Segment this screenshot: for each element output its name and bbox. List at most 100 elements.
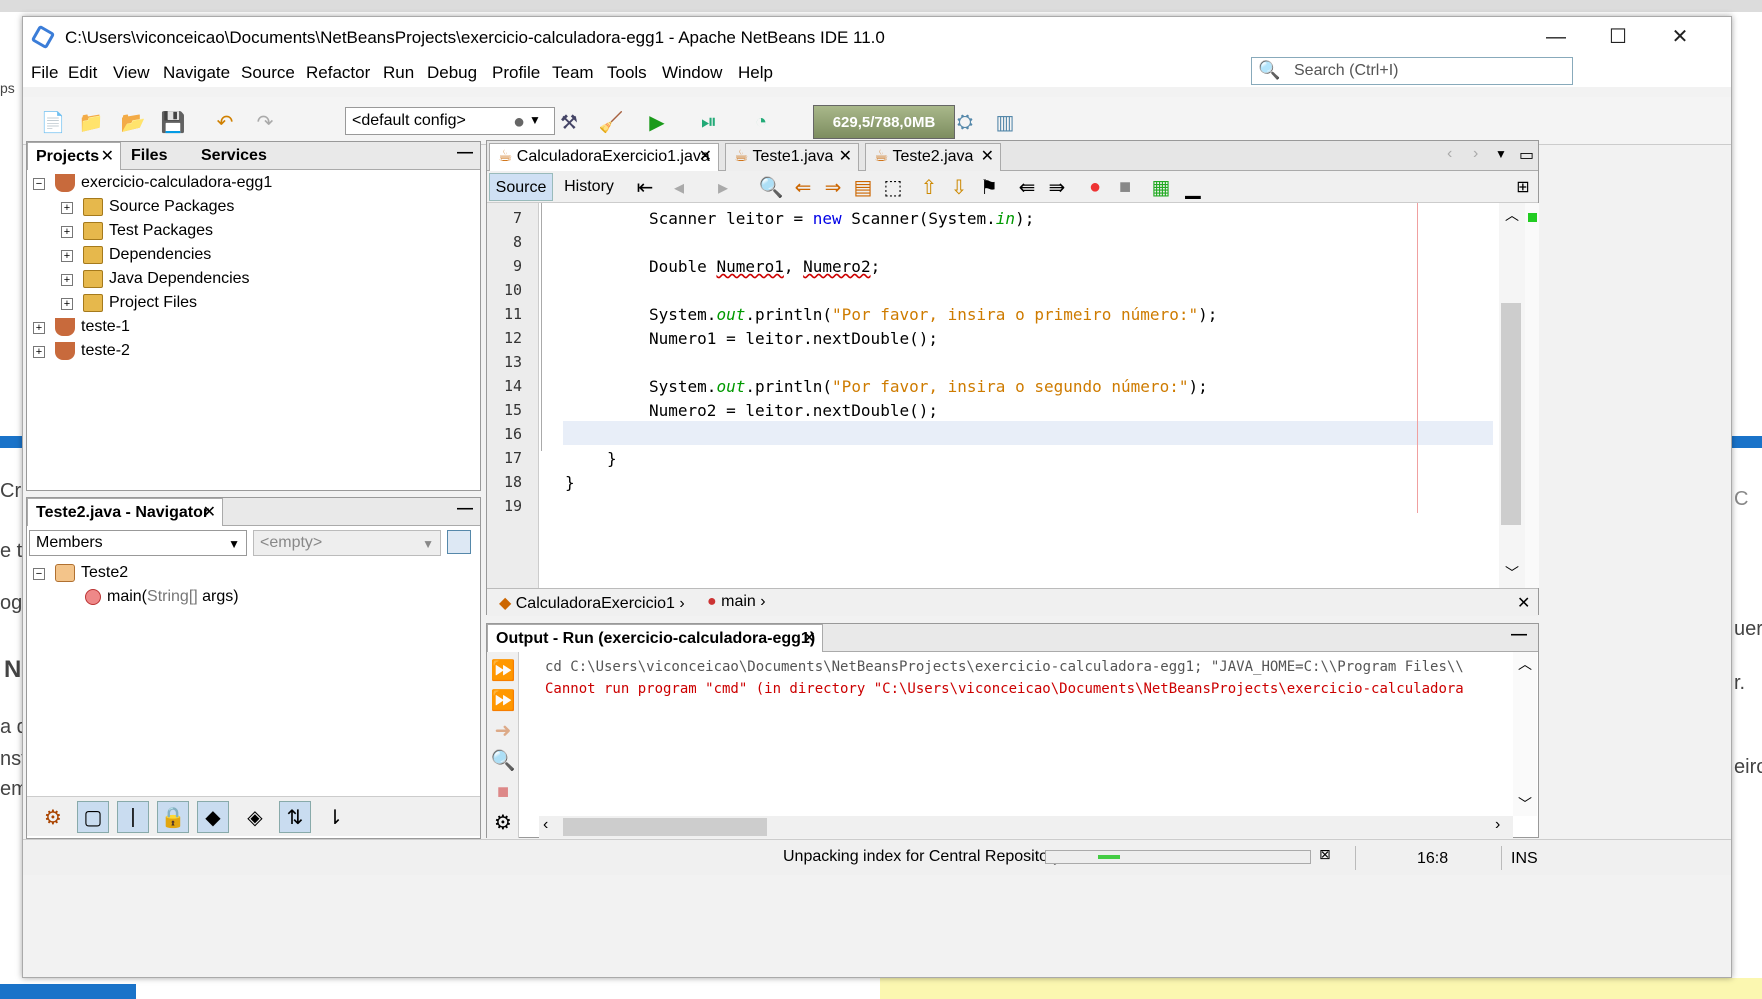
rerun-icon[interactable]: ⏩: [487, 654, 519, 686]
close-icon[interactable]: ✕: [203, 499, 216, 527]
next-bookmark-icon[interactable]: ⇩: [943, 171, 975, 203]
title-bar[interactable]: C:\Users\viconceicao\Documents\NetBeansP…: [23, 17, 1731, 57]
new-file-icon[interactable]: 📄: [37, 106, 69, 138]
minimize-button[interactable]: —: [1525, 17, 1587, 57]
breadcrumb-class[interactable]: ◆ CalculadoraExercicio1 ›: [499, 593, 685, 613]
maximize-editor-icon[interactable]: ▭: [1519, 145, 1534, 165]
cancel-progress-icon[interactable]: ⊠: [1319, 846, 1331, 863]
tab-teste1[interactable]: ☕ Teste1.java ✕: [725, 143, 859, 171]
run-icon[interactable]: ▶: [641, 106, 673, 138]
show-non-public-icon[interactable]: 🔒: [157, 801, 189, 833]
scroll-down-icon[interactable]: ﹀: [1518, 794, 1532, 814]
split-editor-icon[interactable]: ⊞: [1507, 171, 1539, 203]
menu-help[interactable]: Help: [738, 63, 773, 83]
menu-source[interactable]: Source: [241, 63, 295, 83]
debug-icon[interactable]: ⏯: [693, 106, 725, 138]
tree-project-teste1[interactable]: teste-1: [55, 316, 130, 338]
stop-icon[interactable]: ■: [487, 776, 519, 808]
toggle-rect-selection-icon[interactable]: ⬚: [877, 171, 909, 203]
shift-right-icon[interactable]: ⇛: [1041, 171, 1073, 203]
tree-project-teste2[interactable]: teste-2: [55, 340, 130, 362]
minimize-panel-icon[interactable]: —: [457, 500, 473, 518]
redo-icon[interactable]: ↷: [249, 106, 281, 138]
maximize-button[interactable]: ☐: [1587, 17, 1649, 57]
find-next-icon[interactable]: ⇒: [817, 171, 849, 203]
nav-method-main[interactable]: main(String[] args): [85, 586, 239, 608]
tab-navigator[interactable]: Teste2.java - Navigator ✕: [27, 498, 223, 526]
snapshot-icon[interactable]: ▥: [989, 106, 1021, 138]
editor-scrollbar[interactable]: ︿ ﹀: [1499, 203, 1525, 588]
show-opened-documents-icon[interactable]: ▼: [1495, 147, 1507, 161]
members-select[interactable]: Members ▼: [29, 530, 247, 556]
show-fields-icon[interactable]: ▢: [77, 801, 109, 833]
menu-tools[interactable]: Tools: [607, 63, 647, 83]
expand-icon[interactable]: +: [61, 202, 73, 214]
sort-by-name-icon[interactable]: ⇅: [279, 801, 311, 833]
close-icon[interactable]: ✕: [101, 143, 114, 171]
last-edit-icon[interactable]: ⇤: [629, 171, 661, 203]
open-project-icon[interactable]: 📂: [117, 106, 149, 138]
sort-by-source-icon[interactable]: ⇂: [319, 801, 351, 833]
menu-profile[interactable]: Profile: [492, 63, 540, 83]
scroll-up-icon[interactable]: ︿: [1518, 654, 1532, 674]
expand-icon[interactable]: +: [61, 298, 73, 310]
collapse-icon[interactable]: −: [33, 568, 45, 580]
close-button[interactable]: ✕: [1649, 17, 1711, 57]
toggle-highlight-icon[interactable]: ▤: [847, 171, 879, 203]
memory-indicator[interactable]: 629,5/788,0MB: [813, 105, 955, 139]
toggle-bookmark-icon[interactable]: ⚑: [973, 171, 1005, 203]
new-project-icon[interactable]: 📁: [75, 106, 107, 138]
view-source-button[interactable]: Source: [489, 173, 553, 201]
close-breadcrumb-icon[interactable]: ✕: [1517, 593, 1530, 613]
scroll-left-icon[interactable]: ‹: [1447, 145, 1452, 163]
tab-services[interactable]: Services: [193, 142, 275, 170]
globe-icon[interactable]: ●: [503, 106, 535, 138]
menu-navigate[interactable]: Navigate: [163, 63, 230, 83]
tab-output[interactable]: Output - Run (exercicio-calculadora-egg1…: [487, 624, 823, 652]
fqn-icon[interactable]: ◈: [239, 801, 271, 833]
profile-icon[interactable]: ◔: [745, 106, 777, 138]
undo-icon[interactable]: ↶: [209, 106, 241, 138]
output-vscrollbar[interactable]: ︿ ﹀: [1513, 652, 1537, 816]
collapse-icon[interactable]: −: [33, 178, 45, 190]
menu-team[interactable]: Team: [552, 63, 594, 83]
nav-class-teste2[interactable]: Teste2: [55, 562, 128, 584]
menu-window[interactable]: Window: [662, 63, 722, 83]
tab-files[interactable]: Files: [123, 142, 175, 170]
scroll-down-icon[interactable]: ﹀: [1505, 563, 1519, 583]
scrollbar-thumb[interactable]: [1501, 303, 1521, 525]
tree-java-dependencies[interactable]: Java Dependencies: [83, 268, 250, 290]
expand-icon[interactable]: +: [33, 322, 45, 334]
empty-select[interactable]: <empty> ▼: [253, 530, 441, 556]
forward-icon[interactable]: ▸: [707, 171, 739, 203]
search-field[interactable]: 🔍 Search (Ctrl+I): [1251, 57, 1573, 85]
tab-calculadora[interactable]: ☕ CalculadoraExercicio1.java ✕: [489, 143, 719, 171]
show-static-icon[interactable]: |: [117, 801, 149, 833]
scroll-right-icon[interactable]: ›: [1473, 145, 1478, 163]
menu-file[interactable]: File: [31, 63, 58, 83]
inherited-members-icon[interactable]: ⚙: [37, 801, 69, 833]
menu-refactor[interactable]: Refactor: [306, 63, 370, 83]
close-icon[interactable]: ✕: [981, 144, 994, 170]
menu-debug[interactable]: Debug: [427, 63, 477, 83]
code-area[interactable]: Scanner leitor = new Scanner(System.in);…: [539, 203, 1499, 588]
record-macro-icon[interactable]: ●: [1079, 171, 1111, 203]
comment-icon[interactable]: ▦: [1145, 171, 1177, 203]
scroll-left-icon[interactable]: ‹: [543, 816, 548, 834]
menu-run[interactable]: Run: [383, 63, 414, 83]
close-icon[interactable]: ✕: [839, 144, 852, 170]
navigator-options-icon[interactable]: [447, 530, 471, 554]
tab-teste2[interactable]: ☕ Teste2.java ✕: [865, 143, 1001, 171]
uncomment-icon[interactable]: ▁: [1177, 171, 1209, 203]
tree-source-packages[interactable]: Source Packages: [83, 196, 234, 218]
minimize-panel-icon[interactable]: —: [1511, 626, 1527, 644]
build-hammer-icon[interactable]: ⚒: [553, 106, 585, 138]
find-icon[interactable]: 🔍: [755, 171, 787, 203]
expand-icon[interactable]: +: [61, 274, 73, 286]
output-settings-icon[interactable]: ⚙: [487, 806, 519, 838]
menu-edit[interactable]: Edit: [68, 63, 97, 83]
rerun-with-params-icon[interactable]: ⏩: [487, 684, 519, 716]
output-search-icon[interactable]: 🔍: [487, 744, 519, 776]
output-hscrollbar[interactable]: ‹ ›: [539, 816, 1513, 838]
close-icon[interactable]: ✕: [699, 144, 712, 170]
